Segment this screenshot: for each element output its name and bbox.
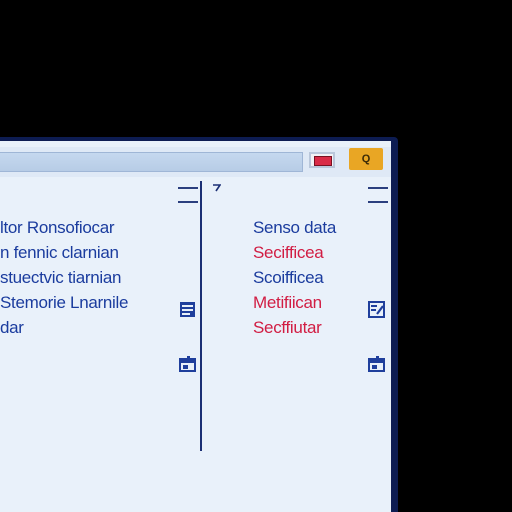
list-item[interactable]: ltor Ronsofiocar xyxy=(0,215,198,240)
left-pane-header-rule xyxy=(178,201,198,203)
list-item[interactable]: Senso data xyxy=(253,215,383,240)
app-window: Q ltor Ronsofiocar n fennic clarnian stu… xyxy=(0,137,398,512)
pane-splitter[interactable] xyxy=(200,181,202,451)
red-swatch-button[interactable] xyxy=(309,152,335,168)
left-pane-header-rule xyxy=(178,187,198,189)
edit-icon[interactable] xyxy=(368,301,385,318)
right-pane-header-rule xyxy=(368,187,388,189)
list-item[interactable]: Metifiican xyxy=(253,290,383,315)
left-list: ltor Ronsofiocar n fennic clarnian stuec… xyxy=(0,215,198,340)
titlebar: Q xyxy=(0,147,391,177)
list-item[interactable]: stuectvic tiarnian xyxy=(0,265,198,290)
list-item[interactable]: n fennic clarnian xyxy=(0,240,198,265)
window-body: Q ltor Ronsofiocar n fennic clarnian stu… xyxy=(0,141,391,512)
list-item[interactable]: Stemorie Lnarnile xyxy=(0,290,198,315)
list-item[interactable]: Secffiutar xyxy=(253,315,383,340)
list-item[interactable]: Secifficea xyxy=(253,240,383,265)
right-pane-header-rule xyxy=(368,201,388,203)
list-item[interactable]: dar xyxy=(0,315,198,340)
red-swatch-icon xyxy=(314,156,332,166)
caret-icon xyxy=(213,184,221,192)
list-item[interactable]: Scoifficea xyxy=(253,265,383,290)
window-icon[interactable] xyxy=(368,355,385,372)
window-icon[interactable] xyxy=(179,355,196,372)
list-icon[interactable] xyxy=(179,301,196,318)
right-list: Senso data Secifficea Scoifficea Metifii… xyxy=(253,215,383,340)
yellow-action-button[interactable]: Q xyxy=(349,148,383,170)
address-field[interactable] xyxy=(0,152,303,172)
